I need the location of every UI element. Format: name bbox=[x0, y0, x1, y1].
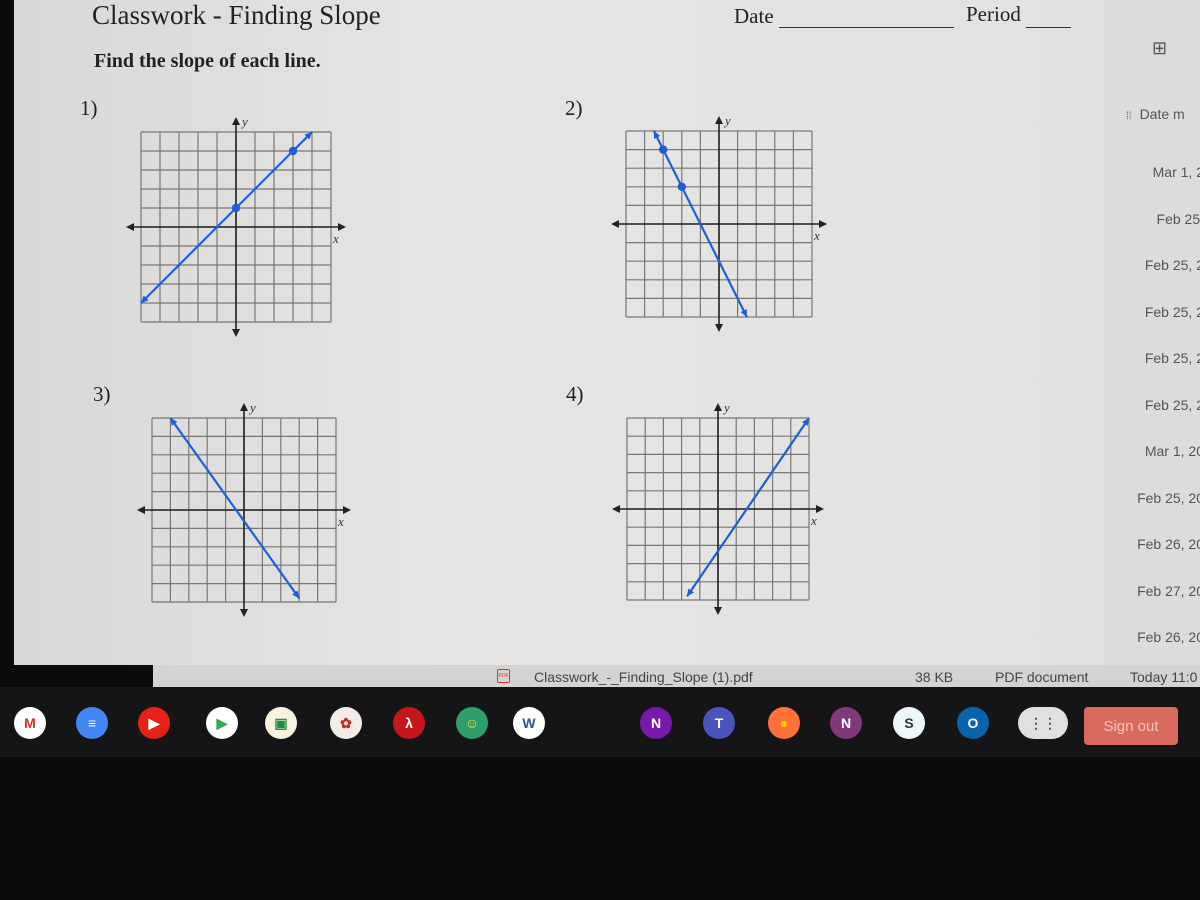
problem-number: 1) bbox=[80, 96, 98, 120]
graphed-line bbox=[169, 417, 301, 599]
microsoft-word-icon[interactable]: W bbox=[513, 707, 545, 739]
date-modified-cell[interactable]: Feb 26, 20 bbox=[1137, 629, 1200, 645]
plotted-point bbox=[288, 146, 298, 156]
microsoft-teams-icon[interactable]: T bbox=[703, 707, 735, 739]
date-blank bbox=[779, 27, 954, 28]
pdf-file-icon: PDF bbox=[497, 669, 510, 683]
date-modified-cell[interactable]: Feb 25, 2 bbox=[1145, 397, 1200, 413]
problem-number: 4) bbox=[566, 382, 584, 406]
date-modified-cell[interactable]: Feb 25, 2 bbox=[1145, 304, 1200, 320]
x-axis-label: x bbox=[814, 228, 820, 243]
y-axis-up-arrow bbox=[232, 117, 240, 125]
youtube-icon[interactable]: ▶ bbox=[138, 707, 170, 739]
onenote-alt-icon[interactable]: N bbox=[830, 707, 862, 739]
y-axis-down-arrow bbox=[232, 329, 240, 337]
date-modified-cell[interactable]: Mar 1, 2 bbox=[1153, 164, 1200, 180]
x-axis-left-arrow bbox=[126, 223, 134, 231]
file-type: PDF document bbox=[995, 669, 1089, 685]
file-size: 38 KB bbox=[915, 669, 954, 685]
date-modified-cell[interactable]: Feb 25, 2 bbox=[1145, 350, 1200, 366]
plotted-point bbox=[231, 203, 241, 213]
date-modified-cell[interactable]: Feb 25, 2 bbox=[1145, 257, 1200, 273]
plotted-point bbox=[677, 182, 686, 191]
x-axis-right-arrow bbox=[343, 506, 351, 514]
date-modified-cell[interactable]: Feb 25, 20 bbox=[1137, 490, 1200, 506]
onenote-icon[interactable]: N bbox=[640, 707, 672, 739]
graphed-line bbox=[140, 131, 313, 304]
date-modified-cell[interactable]: Feb 25, bbox=[1157, 211, 1200, 227]
grid-view-icon[interactable]: ⊞ bbox=[1152, 38, 1167, 59]
taskbar: M ≡ ▶ ▶ ▣ ✿ λ ☺ W N T ● N S O ⋮⋮ Sign out bbox=[0, 687, 1200, 757]
play-store-icon[interactable]: ▶ bbox=[206, 707, 238, 739]
y-axis-label: y bbox=[725, 113, 731, 128]
period-label: Period bbox=[966, 2, 1021, 26]
character-app-icon[interactable]: ☺ bbox=[456, 707, 488, 739]
instructions: Find the slope of each line. bbox=[94, 50, 321, 72]
y-axis-down-arrow bbox=[240, 609, 248, 617]
y-axis-down-arrow bbox=[714, 607, 722, 615]
file-row[interactable]: PDF Classwork_-_Finding_Slope (1).pdf 38… bbox=[153, 665, 1200, 687]
y-axis-label: y bbox=[242, 114, 248, 129]
files-panel: ⊞ ⁞⁞ Date m Mar 1, 2 Feb 25, Feb 25, 2 Feb 2… bbox=[1104, 0, 1200, 665]
pdf-document: Classwork - Finding Slope Date Period Fi… bbox=[14, 0, 1104, 665]
skype-s-icon[interactable]: S bbox=[893, 707, 925, 739]
date-modified-cell[interactable]: Mar 1, 20 bbox=[1145, 443, 1200, 459]
problem-number: 3) bbox=[93, 382, 111, 406]
x-axis-right-arrow bbox=[338, 223, 346, 231]
drag-handle-icon: ⁞⁞ bbox=[1126, 111, 1132, 122]
coordinate-graph bbox=[137, 403, 351, 617]
file-name: Classwork_-_Finding_Slope (1).pdf bbox=[534, 669, 753, 685]
y-axis-up-arrow bbox=[714, 403, 722, 411]
y-axis-label: y bbox=[250, 400, 256, 415]
x-axis-right-arrow bbox=[816, 505, 824, 513]
x-axis-right-arrow bbox=[819, 220, 827, 228]
adobe-acrobat-icon[interactable]: λ bbox=[393, 707, 425, 739]
header-label: Date m bbox=[1139, 106, 1185, 122]
date-label: Date bbox=[734, 4, 774, 28]
x-axis-left-arrow bbox=[611, 220, 619, 228]
app-launcher-icon[interactable]: ⋮⋮ bbox=[1018, 707, 1068, 739]
google-classroom-icon[interactable]: ▣ bbox=[265, 707, 297, 739]
gmail-icon[interactable]: M bbox=[14, 707, 46, 739]
y-axis-up-arrow bbox=[240, 403, 248, 411]
worksheet-title: Classwork - Finding Slope bbox=[92, 0, 381, 30]
x-axis-label: x bbox=[811, 513, 817, 528]
coordinate-graph bbox=[611, 116, 827, 332]
google-docs-icon[interactable]: ≡ bbox=[76, 707, 108, 739]
outlook-icon[interactable]: O bbox=[957, 707, 989, 739]
sign-out-button[interactable]: Sign out bbox=[1084, 707, 1178, 745]
x-axis-label: x bbox=[333, 231, 339, 246]
plotted-point bbox=[659, 145, 668, 154]
y-axis-down-arrow bbox=[715, 324, 723, 332]
coordinate-graph bbox=[126, 117, 346, 337]
x-axis-left-arrow bbox=[137, 506, 145, 514]
problem-number: 2) bbox=[565, 96, 583, 120]
x-axis-label: x bbox=[338, 514, 344, 529]
y-axis-label: y bbox=[724, 400, 730, 415]
date-modified-cell[interactable]: Feb 27, 20 bbox=[1137, 583, 1200, 599]
period-blank bbox=[1026, 27, 1071, 28]
x-axis-left-arrow bbox=[612, 505, 620, 513]
rose-app-icon[interactable]: ✿ bbox=[330, 707, 362, 739]
file-modified: Today 11:0 bbox=[1130, 669, 1198, 685]
coordinate-graph bbox=[612, 403, 824, 615]
date-modified-header[interactable]: ⁞⁞ Date m bbox=[1126, 106, 1185, 122]
y-axis-up-arrow bbox=[715, 116, 723, 124]
firefox-icon[interactable]: ● bbox=[768, 707, 800, 739]
date-modified-cell[interactable]: Feb 26, 20 bbox=[1137, 536, 1200, 552]
